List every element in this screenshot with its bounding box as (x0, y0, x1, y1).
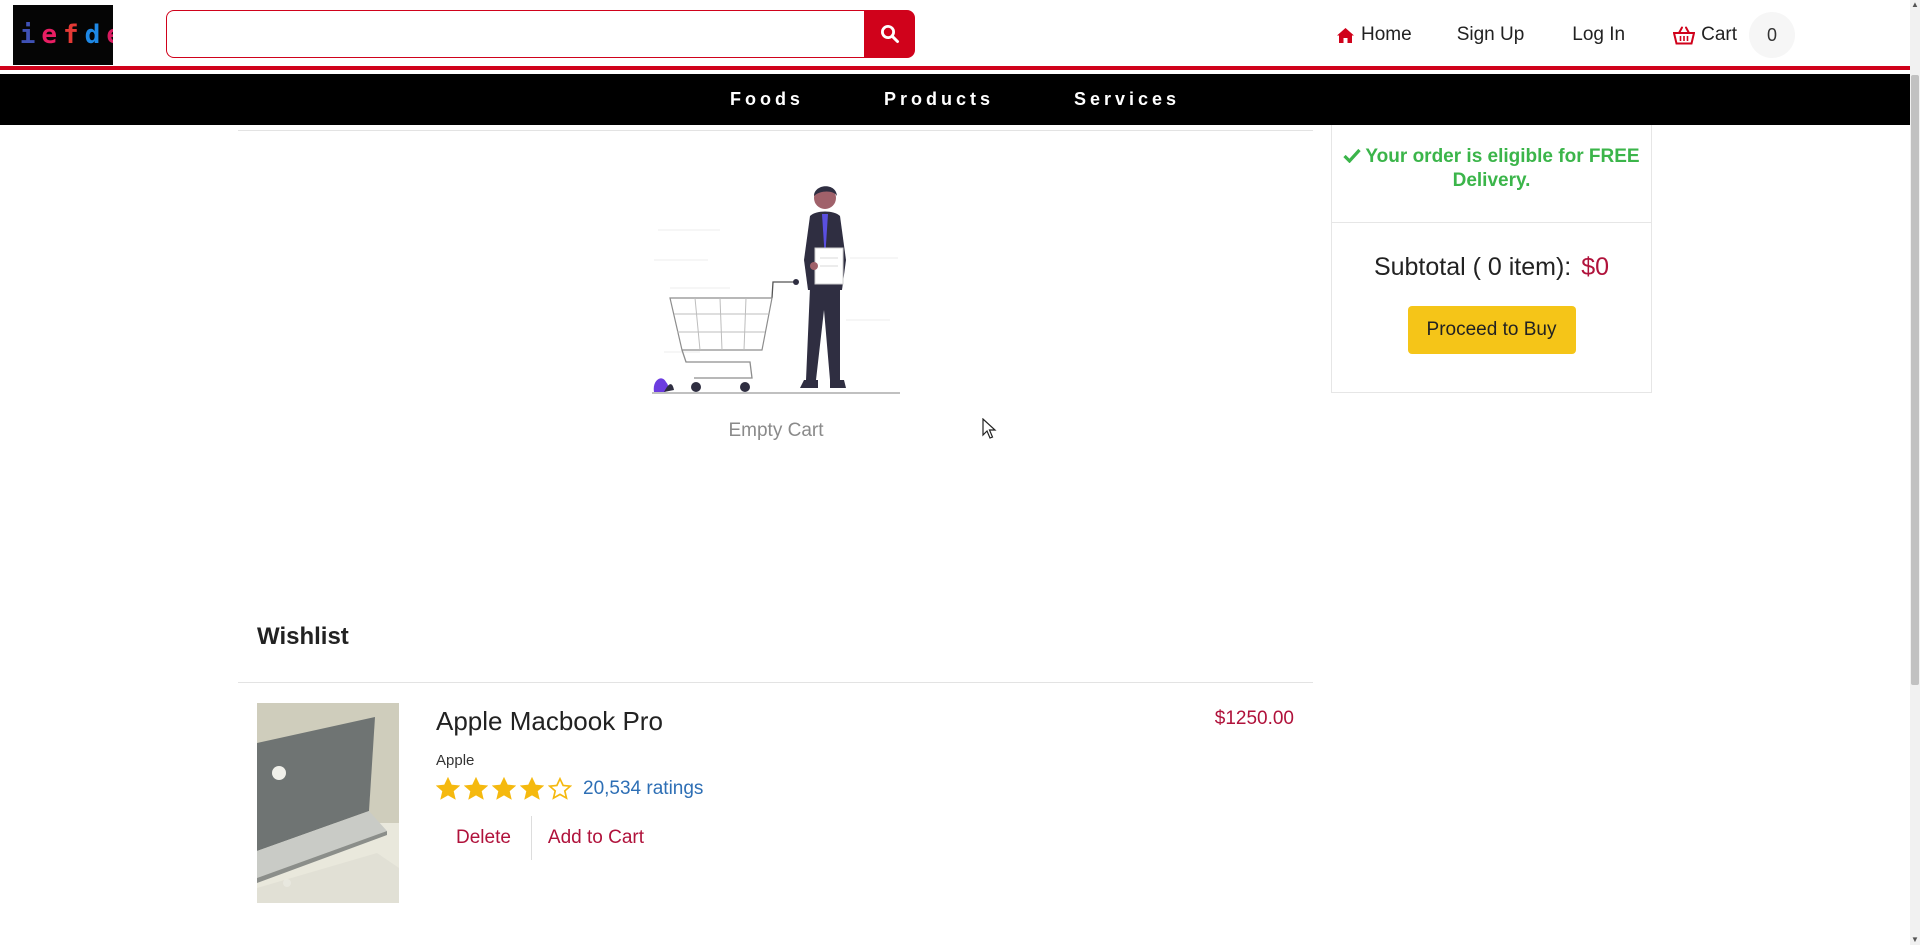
wishlist-item-actions: Delete Add to Cart (436, 816, 660, 860)
category-bar: Foods Products Services (0, 74, 1910, 125)
header-nav: Home Sign Up Log In Cart 0 (1336, 12, 1796, 58)
add-to-cart-button[interactable]: Add to Cart (532, 827, 660, 849)
product-price: $1250.00 (1214, 708, 1294, 729)
free-delivery-notice: Your order is eligible for FREE Delivery… (1332, 125, 1651, 223)
subtotal-label: Subtotal ( 0 item): (1373, 253, 1572, 281)
laptop-photo (257, 703, 399, 903)
nav-home-label: Home (1361, 24, 1412, 45)
star-empty-icon (548, 777, 572, 800)
logo-text: liefde (13, 20, 113, 50)
star-filled-icon (492, 777, 516, 800)
wishlist-item: Apple Macbook Pro $1250.00 Apple 20,534 … (257, 703, 1294, 903)
scroll-down-arrow-icon[interactable]: ▼ (1910, 935, 1920, 945)
product-brand: Apple (436, 752, 475, 769)
product-name[interactable]: Apple Macbook Pro (436, 706, 663, 737)
product-image[interactable] (257, 703, 399, 903)
category-services[interactable]: Services (1074, 89, 1180, 110)
star-filled-icon (464, 777, 488, 800)
empty-cart-text: Empty Cart (728, 420, 824, 441)
scroll-up-arrow-icon[interactable]: ▲ (1910, 0, 1920, 10)
nav-login-label: Log In (1572, 24, 1626, 45)
free-delivery-text: Your order is eligible for FREE Delivery… (1365, 146, 1640, 191)
mouse-cursor-icon (982, 418, 997, 439)
basket-icon (1673, 26, 1696, 44)
wishlist-title: Wishlist (257, 623, 349, 650)
proceed-to-buy-button[interactable]: Proceed to Buy (1407, 306, 1576, 354)
star-filled-icon (520, 777, 544, 800)
scrollbar[interactable]: ▲ ▼ (1910, 0, 1920, 945)
category-products[interactable]: Products (884, 89, 994, 110)
search-button[interactable] (864, 10, 915, 58)
nav-signup-label: Sign Up (1456, 24, 1525, 45)
wishlist-divider (238, 682, 1313, 683)
ratings-count-link[interactable]: 20,534 ratings (583, 778, 703, 800)
nav-signup-link[interactable]: Sign Up (1457, 24, 1525, 46)
nav-cart-label: Cart (1701, 24, 1738, 45)
scrollbar-thumb[interactable] (1911, 75, 1919, 685)
search-input[interactable] (166, 10, 864, 58)
search-bar (166, 10, 915, 58)
subtotal: Subtotal ( 0 item): $0 (1332, 253, 1651, 282)
empty-cart-illustration (652, 186, 900, 394)
cart-count-badge: 0 (1749, 12, 1796, 58)
top-header: liefde Home Sign Up Log In (0, 0, 1910, 70)
search-icon (880, 25, 899, 43)
nav-home-link[interactable]: Home (1336, 24, 1412, 46)
nav-login-link[interactable]: Log In (1572, 24, 1625, 46)
category-foods[interactable]: Foods (730, 89, 804, 110)
delete-button[interactable]: Delete (436, 816, 532, 860)
nav-cart-link[interactable]: Cart 0 (1673, 12, 1796, 58)
cart-divider (238, 130, 1313, 131)
check-icon (1343, 148, 1362, 164)
star-filled-icon (436, 777, 460, 800)
subtotal-amount: $0 (1581, 253, 1610, 281)
home-icon (1337, 27, 1354, 43)
product-rating: 20,534 ratings (436, 777, 703, 801)
order-summary: Your order is eligible for FREE Delivery… (1331, 125, 1652, 393)
site-logo[interactable]: liefde (13, 5, 113, 65)
